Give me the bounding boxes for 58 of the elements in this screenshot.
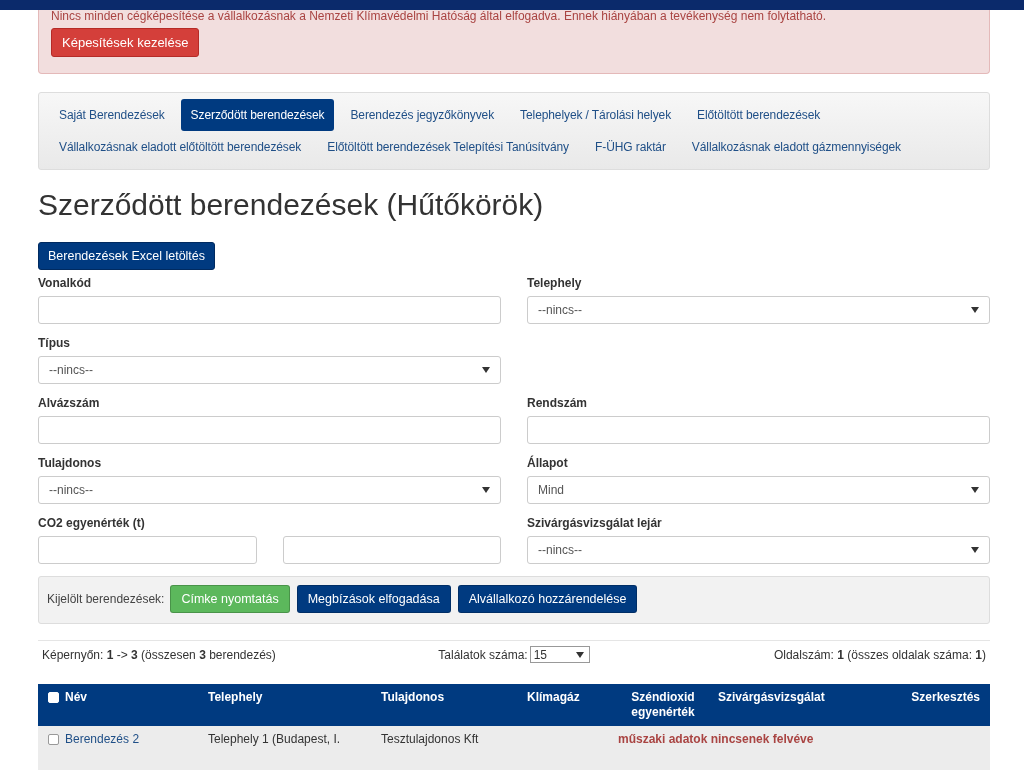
column-header: Név (65, 690, 87, 705)
tab[interactable]: Vállalkozásnak eladott gázmennyiségek (681, 131, 911, 163)
tab[interactable]: Előtöltött berendezések (687, 99, 831, 131)
column-header: Szerkesztés (911, 690, 980, 705)
alert-message: Nincs minden cégképesítése a vállalkozásnak a Nemzeti Klímavédelmi Hatóság által elfogadva. Ennek hiányában a tevékenység nem folytatható. (51, 10, 828, 22)
tab[interactable]: Berendezés jegyzőkönyvek (340, 99, 505, 131)
table-cell: Tesztulajdonos Kft (381, 732, 479, 746)
page-heading: Szerződött berendezések (Hűtőkörök) (38, 188, 545, 222)
dropdown[interactable]: Mind (527, 476, 990, 504)
warning-text: műszaki adatok nincsenek felvéve (618, 732, 814, 746)
manage-qualifications-button[interactable]: Képesítések kezelése (51, 28, 200, 57)
input-field[interactable] (38, 296, 501, 324)
dropdown[interactable]: --nincs-- (527, 296, 990, 324)
action-button[interactable]: Alvállalkozó hozzárendelése (457, 585, 638, 613)
tab[interactable]: F-ÜHG raktár (585, 131, 676, 163)
input-field[interactable] (38, 416, 501, 444)
dropdown[interactable]: --nincs-- (38, 356, 501, 384)
field-label: CO2 egyenérték (t) (38, 516, 146, 530)
page-info: Oldalszám: 1 (összes oldalak száma: 1) (772, 647, 986, 662)
column-header: Széndioxid egyenérték (630, 690, 696, 720)
selection-label: Kijelölt berendezések: (47, 592, 165, 606)
caret-icon (971, 547, 979, 553)
caret-icon (575, 651, 584, 658)
tab[interactable]: Saját Berendezések (49, 99, 175, 131)
select-all-checkbox[interactable] (48, 692, 59, 703)
input-field[interactable] (527, 416, 990, 444)
field-label: Szivárgásvizsgálat lejár (527, 516, 663, 530)
field-label: Telephely (527, 276, 583, 290)
column-header: Tulajdonos (381, 690, 445, 705)
field-label: Tulajdonos (38, 456, 103, 470)
field-label: Rendszám (527, 396, 589, 410)
field-label: Állapot (527, 456, 569, 470)
table-cell: Telephely 1 (Budapest, I. (208, 732, 341, 746)
field-label: Típus (38, 336, 71, 350)
column-header: Szivárgásvizsgálat (718, 690, 825, 705)
dropdown[interactable]: --nincs-- (38, 476, 501, 504)
caret-icon (482, 487, 490, 493)
column-header: Klímagáz (527, 690, 580, 705)
input-field[interactable] (282, 536, 501, 564)
row-checkbox[interactable] (48, 734, 59, 745)
caret-icon (482, 367, 490, 373)
caret-icon (971, 487, 979, 493)
column-header: Telephely (208, 690, 263, 705)
dropdown[interactable]: --nincs-- (527, 536, 990, 564)
tab[interactable]: Szerződött berendezések (180, 99, 335, 131)
action-button[interactable]: Megbízások elfogadása (296, 585, 451, 613)
field-label: Alvázszám (38, 396, 101, 410)
page-size-label: Találatok száma: (438, 647, 528, 662)
tab[interactable]: Vállalkozásnak eladott előtöltött berendezések (49, 131, 312, 163)
excel-download-button[interactable]: Berendezések Excel letöltés (38, 242, 216, 270)
field-label: Vonalkód (38, 276, 93, 290)
device-link[interactable]: Berendezés 2 (65, 732, 140, 746)
input-field[interactable] (38, 536, 257, 564)
tab[interactable]: Előtöltött berendezések Telepítési Tanúsítvány (317, 131, 580, 163)
page-size-dropdown[interactable]: 15 (529, 646, 590, 663)
results-summary: Képernyőn: 1 -> 3 (összesen 3 berendezés) (42, 647, 277, 662)
tab[interactable]: Telephelyek / Tárolási helyek (510, 99, 682, 131)
caret-icon (971, 307, 979, 313)
